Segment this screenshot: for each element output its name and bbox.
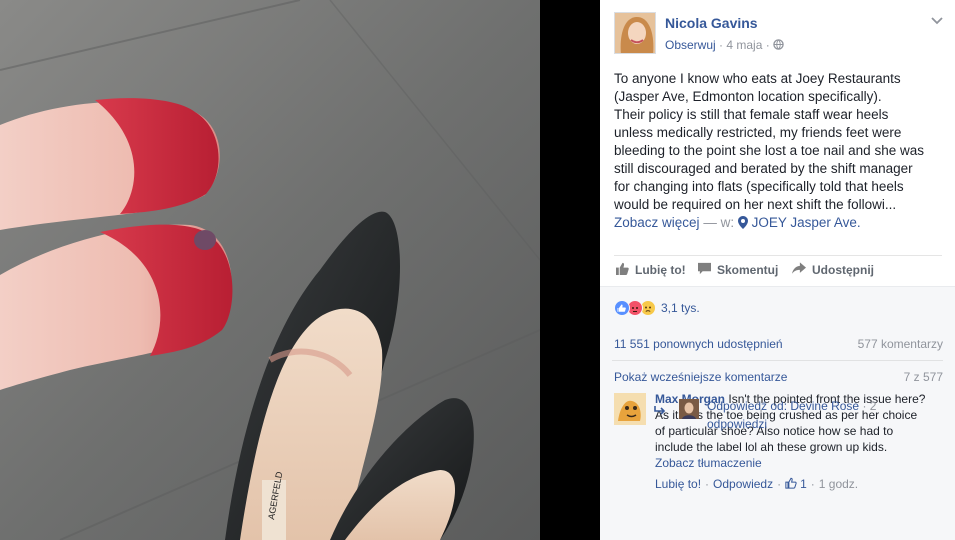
divider bbox=[612, 360, 943, 361]
comment-time[interactable]: 1 godz. bbox=[819, 477, 858, 491]
post-text-line: for changing into flats (specifically to… bbox=[614, 179, 904, 194]
comment-like-count[interactable]: 1 bbox=[800, 477, 807, 491]
photo-image: AGERFELD bbox=[0, 0, 540, 540]
comments-count[interactable]: 577 komentarzy bbox=[858, 337, 943, 351]
post-date[interactable]: 4 maja bbox=[726, 38, 762, 52]
feedback-area: 3,1 tys. 11 551 ponownych udostępnień 57… bbox=[600, 286, 955, 540]
like-label: Lubię to! bbox=[635, 263, 686, 277]
comment-reply-button[interactable]: Odpowiedz bbox=[713, 477, 773, 491]
location-pin-icon bbox=[737, 216, 748, 234]
comment-counter: 7 z 577 bbox=[903, 370, 943, 384]
photo-margin bbox=[540, 0, 600, 540]
like-reaction-icon bbox=[614, 300, 630, 316]
author-avatar[interactable] bbox=[614, 12, 656, 54]
thumbs-up-icon bbox=[616, 262, 635, 278]
see-more-link[interactable]: Zobacz więcej bbox=[614, 215, 700, 230]
meta-separator: · bbox=[765, 38, 770, 52]
reaction-count[interactable]: 3,1 tys. bbox=[661, 301, 700, 315]
globe-icon bbox=[773, 38, 784, 52]
meta-separator: · bbox=[810, 477, 815, 491]
location-prefix: — w: bbox=[703, 215, 735, 230]
thumbs-up-icon bbox=[785, 477, 797, 491]
author-name[interactable]: Nicola Gavins bbox=[665, 15, 758, 31]
post-meta: Obserwuj · 4 maja · bbox=[665, 38, 784, 52]
post-text-line: unless medically restricted, my friends … bbox=[614, 125, 902, 140]
meta-separator: · bbox=[705, 477, 710, 491]
replier-avatar[interactable] bbox=[679, 399, 699, 419]
post-text-line: Their policy is still that female staff … bbox=[614, 107, 889, 122]
post-text: To anyone I know who eats at Joey Restau… bbox=[614, 70, 946, 234]
post-text-line: (Jasper Ave, Edmonton location specifica… bbox=[614, 89, 882, 104]
show-previous-comments[interactable]: Pokaż wcześniejsze komentarze bbox=[614, 370, 787, 384]
meta-separator: · bbox=[719, 38, 724, 52]
post-text-line: To anyone I know who eats at Joey Restau… bbox=[614, 71, 901, 86]
reactions-summary[interactable]: 3,1 tys. bbox=[614, 299, 700, 317]
see-translation-link[interactable]: Zobacz tłumaczenie bbox=[655, 455, 945, 471]
follow-link[interactable]: Obserwuj bbox=[665, 38, 716, 52]
see-more-row: Zobacz więcej — w: JOEY Jasper Ave. bbox=[614, 214, 946, 234]
shares-count[interactable]: 11 551 ponownych udostępnień bbox=[614, 337, 783, 351]
divider bbox=[614, 255, 942, 256]
share-label: Udostępnij bbox=[812, 263, 874, 277]
reply-summary-suffix[interactable]: odpowiedzi bbox=[707, 417, 767, 431]
post-photo[interactable]: AGERFELD bbox=[0, 0, 540, 540]
comment-label: Skomentuj bbox=[717, 263, 779, 277]
comment-text-line: include the label lol ah these grown up … bbox=[655, 440, 888, 454]
reply-summary-text: Odpowiedź od: Devine Rose · 2 odpowiedzi bbox=[707, 397, 937, 433]
reply-summary-count: · 2 bbox=[862, 399, 877, 413]
location-link[interactable]: JOEY Jasper Ave. bbox=[752, 215, 861, 230]
post-text-line: bleeding to the point she lost a toe nai… bbox=[614, 143, 924, 158]
reply-summary-label[interactable]: Odpowiedź od: Devine Rose bbox=[707, 399, 859, 413]
post-side-panel: Nicola Gavins Obserwuj · 4 maja · To any… bbox=[600, 0, 955, 540]
comment-like-button[interactable]: Lubię to! bbox=[655, 477, 701, 491]
chevron-down-icon[interactable] bbox=[930, 14, 944, 28]
comment-icon bbox=[698, 262, 717, 278]
share-button[interactable]: Udostępnij bbox=[792, 262, 874, 278]
reply-arrow-icon bbox=[654, 403, 666, 421]
commenter-avatar[interactable] bbox=[614, 393, 646, 425]
post-text-line: would be required on her next shift the … bbox=[614, 197, 897, 212]
reply-summary[interactable]: Odpowiedź od: Devine Rose · 2 odpowiedzi bbox=[654, 397, 944, 437]
comment-button[interactable]: Skomentuj bbox=[698, 262, 778, 278]
meta-separator: · bbox=[777, 477, 782, 491]
like-button[interactable]: Lubię to! bbox=[616, 262, 686, 278]
comment-actions: Lubię to! · Odpowiedz · 1 · 1 godz. bbox=[655, 477, 858, 491]
share-icon bbox=[792, 262, 812, 278]
post-actions: Lubię to! Skomentuj Udostępnij bbox=[614, 262, 944, 280]
post-text-line: still discouraged and berated by the shi… bbox=[614, 161, 913, 176]
post-header: Nicola Gavins Obserwuj · 4 maja · bbox=[614, 12, 944, 56]
